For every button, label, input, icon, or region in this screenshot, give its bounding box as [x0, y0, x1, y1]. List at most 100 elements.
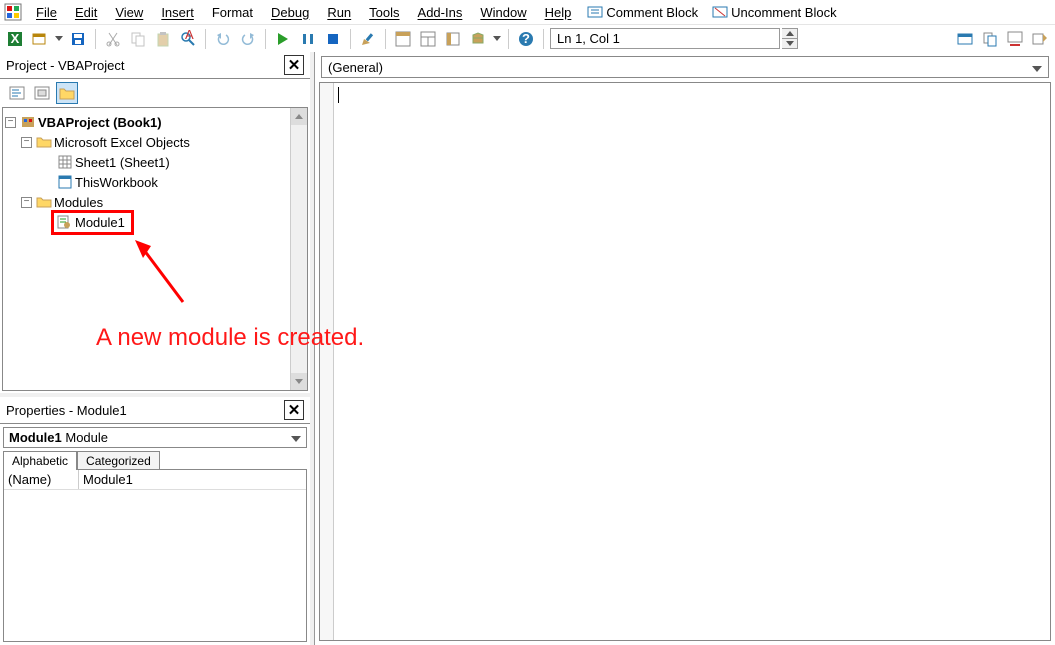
chevron-down-icon[interactable]	[291, 430, 301, 445]
collapse-icon[interactable]: −	[21, 197, 32, 208]
object-browser-icon[interactable]	[442, 28, 464, 50]
properties-object-combo[interactable]: Module1 Module	[3, 427, 307, 448]
tree-sheet1[interactable]: Sheet1 (Sheet1)	[5, 152, 305, 172]
save-icon[interactable]	[67, 28, 89, 50]
insert-dropdown-icon[interactable]	[54, 36, 64, 42]
property-row[interactable]: (Name) Module1	[4, 470, 306, 490]
vbaproject-icon	[20, 115, 36, 129]
folder-icon	[36, 195, 52, 209]
object-list-combo[interactable]: (General)	[321, 56, 1049, 78]
help-icon[interactable]: ?	[515, 28, 537, 50]
find-icon[interactable]: A	[177, 28, 199, 50]
copy-icon[interactable]	[127, 28, 149, 50]
right-tool-2-icon[interactable]	[979, 28, 1001, 50]
project-tree: − VBAProject (Book1) − Microsoft Excel O…	[3, 108, 307, 236]
tree-label: ThisWorkbook	[75, 175, 158, 190]
annotation-text: A new module is created.	[96, 324, 364, 352]
tree-module1[interactable]: Module1	[5, 212, 305, 232]
design-mode-icon[interactable]	[357, 28, 379, 50]
tree-label: Sheet1 (Sheet1)	[75, 155, 170, 170]
menu-edit[interactable]: Edit	[67, 3, 105, 22]
project-panel-header: Project - VBAProject ✕	[0, 52, 310, 79]
menu-file[interactable]: File	[28, 3, 65, 22]
toggle-folders-icon[interactable]	[56, 82, 78, 104]
cursor-position-box: Ln 1, Col 1	[550, 28, 780, 49]
spinner-down-icon[interactable]	[782, 39, 797, 48]
break-icon[interactable]	[297, 28, 319, 50]
text-cursor	[338, 87, 339, 103]
code-pane: (General)	[314, 52, 1055, 645]
menu-help[interactable]: Help	[537, 3, 580, 22]
uncomment-block-icon	[712, 5, 728, 19]
collapse-icon[interactable]: −	[21, 137, 32, 148]
project-toolbar	[0, 79, 310, 107]
right-tool-1-icon[interactable]	[954, 28, 976, 50]
svg-text:A: A	[185, 27, 194, 42]
code-gutter	[320, 83, 334, 640]
comment-block-icon	[587, 5, 603, 19]
worksheet-icon	[57, 155, 73, 169]
tree-label: Modules	[54, 195, 103, 210]
toolbox-dropdown-icon[interactable]	[492, 36, 502, 42]
toolbox-icon[interactable]	[467, 28, 489, 50]
property-value[interactable]: Module1	[79, 470, 306, 489]
properties-panel-title: Properties - Module1	[6, 403, 127, 418]
properties-tabs: Alphabetic Categorized	[3, 451, 307, 470]
properties-panel-header: Properties - Module1 ✕	[0, 397, 310, 424]
redo-icon[interactable]	[237, 28, 259, 50]
properties-panel-close-icon[interactable]: ✕	[284, 400, 304, 420]
reset-icon[interactable]	[322, 28, 344, 50]
undo-icon[interactable]	[212, 28, 234, 50]
tree-label: Module1	[75, 215, 125, 230]
workbook-icon	[57, 175, 73, 189]
svg-text:?: ?	[522, 31, 530, 46]
uncomment-block-button[interactable]: Uncomment Block	[706, 3, 842, 22]
scroll-down-icon[interactable]	[291, 373, 307, 390]
view-code-icon[interactable]	[6, 82, 28, 104]
object-proc-bar: (General)	[315, 52, 1055, 82]
menu-run[interactable]: Run	[319, 3, 359, 22]
tree-root-label: VBAProject (Book1)	[38, 115, 162, 130]
project-panel-close-icon[interactable]: ✕	[284, 55, 304, 75]
standard-toolbar: X A ? Ln 1, Col 1	[0, 24, 1055, 52]
menu-bar: File Edit View Insert Format Debug Run T…	[0, 0, 1055, 24]
run-icon[interactable]	[272, 28, 294, 50]
code-editor[interactable]	[319, 82, 1051, 641]
menu-insert[interactable]: Insert	[153, 3, 202, 22]
menu-tools[interactable]: Tools	[361, 3, 407, 22]
excel-icon[interactable]: X	[4, 28, 26, 50]
menu-window[interactable]: Window	[472, 3, 534, 22]
properties-grid: (Name) Module1	[3, 469, 307, 642]
collapse-icon[interactable]: −	[5, 117, 16, 128]
chevron-down-icon[interactable]	[1032, 60, 1042, 75]
project-panel-title: Project - VBAProject	[6, 58, 125, 73]
tree-root[interactable]: − VBAProject (Book1)	[5, 112, 305, 132]
menu-debug[interactable]: Debug	[263, 3, 317, 22]
menu-view[interactable]: View	[107, 3, 151, 22]
tree-label: Microsoft Excel Objects	[54, 135, 190, 150]
right-tool-3-icon[interactable]	[1004, 28, 1026, 50]
menu-addins[interactable]: Add-Ins	[410, 3, 471, 22]
right-tool-4-icon[interactable]	[1029, 28, 1051, 50]
line-col-spinner[interactable]	[782, 28, 798, 49]
tree-modules[interactable]: − Modules	[5, 192, 305, 212]
insert-userform-icon[interactable]	[29, 28, 51, 50]
svg-text:X: X	[11, 31, 20, 46]
cut-icon[interactable]	[102, 28, 124, 50]
menu-format[interactable]: Format	[204, 3, 261, 22]
property-key: (Name)	[4, 470, 79, 489]
scroll-up-icon[interactable]	[291, 108, 307, 125]
spinner-up-icon[interactable]	[782, 29, 797, 39]
tab-categorized[interactable]: Categorized	[77, 451, 160, 470]
paste-icon[interactable]	[152, 28, 174, 50]
properties-window-icon[interactable]	[417, 28, 439, 50]
view-object-icon[interactable]	[31, 82, 53, 104]
comment-block-button[interactable]: Comment Block	[581, 3, 704, 22]
properties-panel: Properties - Module1 ✕ Module1 Module Al…	[0, 397, 310, 645]
tab-alphabetic[interactable]: Alphabetic	[3, 451, 77, 470]
tree-thisworkbook[interactable]: ThisWorkbook	[5, 172, 305, 192]
annotation-arrow-icon	[133, 238, 193, 308]
project-explorer-icon[interactable]	[392, 28, 414, 50]
tree-excel-objects[interactable]: − Microsoft Excel Objects	[5, 132, 305, 152]
module-icon	[56, 215, 72, 229]
